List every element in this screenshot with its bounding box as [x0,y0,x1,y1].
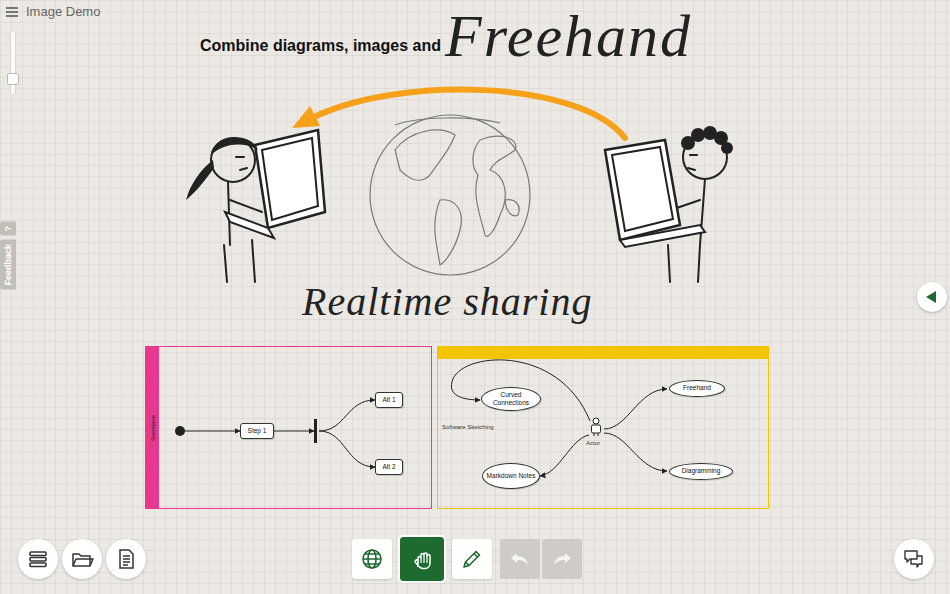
file-buttons [18,539,352,579]
tools [352,537,492,581]
freehand-text[interactable]: Freehand [445,6,692,66]
diagram-node[interactable]: Markdown Notes [482,463,540,489]
undo-icon [508,547,532,571]
sharing-illustration[interactable] [170,80,750,290]
frame-header[interactable] [438,347,768,359]
top-bar: Image Demo [6,4,100,20]
zoom-track[interactable] [10,30,16,96]
diagram-node[interactable]: Alt 2 [375,459,403,475]
fork-bar[interactable] [314,419,317,443]
actor-label[interactable]: Actor [586,439,600,448]
frame-label[interactable]: Software Sketching [442,423,494,432]
notes-icon [114,547,138,571]
diagram-node[interactable]: Freehand [669,380,725,397]
diagram-node[interactable]: Diagramming [669,463,733,480]
swimlane-header[interactable]: Swimlane [146,347,159,508]
tool-group [352,537,582,581]
hand-tool[interactable] [400,537,444,581]
layers-icon [26,547,50,571]
layers-button[interactable] [18,539,58,579]
bottom-toolbar [18,537,934,581]
side-tab[interactable]: ? [0,222,16,236]
whiteboard: Image Demo ? Feedback Combine diagrams, i… [0,0,950,594]
caption-text[interactable]: Realtime sharing [302,280,592,324]
globe-icon [360,547,384,571]
redo-icon [550,547,574,571]
pencil-tool[interactable] [452,539,492,579]
heading-text[interactable]: Combine diagrams, images and [200,34,441,58]
panel-toggle[interactable] [917,282,947,312]
chat-icon [902,547,926,571]
diagram-node[interactable]: Step 1 [240,423,274,439]
zoom-slider[interactable] [7,30,19,96]
chat-button[interactable] [894,539,934,579]
menu-icon[interactable] [6,7,18,17]
history-buttons [500,539,582,579]
globe-tool[interactable] [352,539,392,579]
board-title: Image Demo [26,4,100,20]
hand-icon [410,547,434,571]
collapse-arrow-icon [925,290,939,304]
actor-icon[interactable] [589,417,603,437]
notes-button[interactable] [106,539,146,579]
zoom-handle[interactable] [7,73,19,85]
side-tab[interactable]: Feedback [0,240,16,290]
diagram-node[interactable]: Curved Connections [481,387,541,411]
open-icon [70,547,94,571]
start-dot[interactable] [175,426,185,436]
open-button[interactable] [62,539,102,579]
connector-lines [146,347,431,508]
diagram-node[interactable]: Alt 1 [375,392,403,408]
mindmap-frame[interactable]: Software Sketching Actor Curved Connection… [437,346,769,509]
redo-button[interactable] [542,539,582,579]
swimlane-label: Swimlane [148,414,157,440]
undo-button[interactable] [500,539,540,579]
side-tabs: ? Feedback [0,222,16,289]
pencil-icon [460,547,484,571]
swimlane-frame[interactable]: Swimlane Step 1 Alt 1 Alt 2 [145,346,432,509]
